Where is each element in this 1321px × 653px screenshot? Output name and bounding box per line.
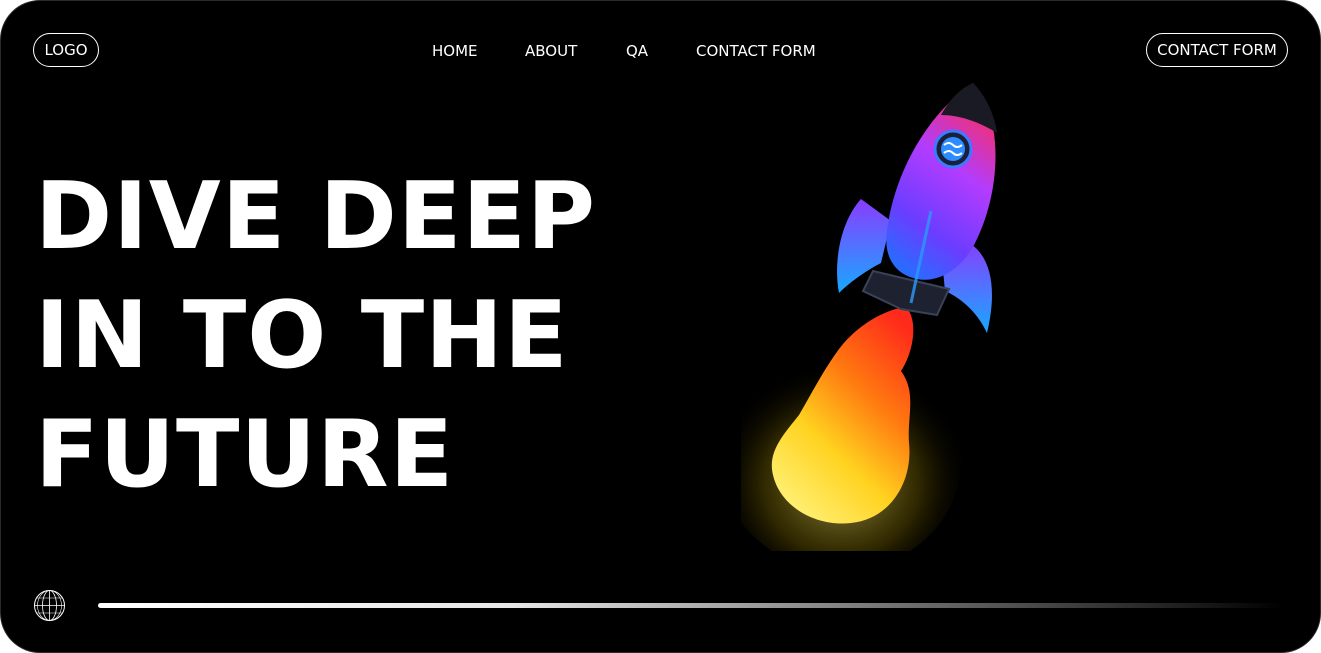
rocket-window-glass [941, 137, 965, 161]
headline-line-3: FUTURE [35, 400, 455, 508]
landing-page: LOGO HOME ABOUT QA CONTACT FORM CONTACT … [0, 0, 1321, 653]
nav-home-link[interactable]: HOME [432, 41, 478, 61]
globe-icon[interactable] [33, 589, 66, 622]
headline-line-2: IN TO THE [35, 281, 569, 389]
hero-headline: DIVE DEEP IN TO THE FUTURE [35, 157, 596, 514]
nav-about-link[interactable]: ABOUT [525, 41, 577, 61]
nav-contact-form-link[interactable]: CONTACT FORM [696, 41, 816, 61]
contact-form-button[interactable]: CONTACT FORM [1146, 33, 1288, 67]
headline-line-1: DIVE DEEP [35, 162, 597, 270]
rocket-illustration [741, 83, 997, 551]
logo-button[interactable]: LOGO [33, 33, 99, 67]
scroll-progress-bar [98, 603, 1284, 608]
nav-qa-link[interactable]: QA [626, 41, 648, 61]
